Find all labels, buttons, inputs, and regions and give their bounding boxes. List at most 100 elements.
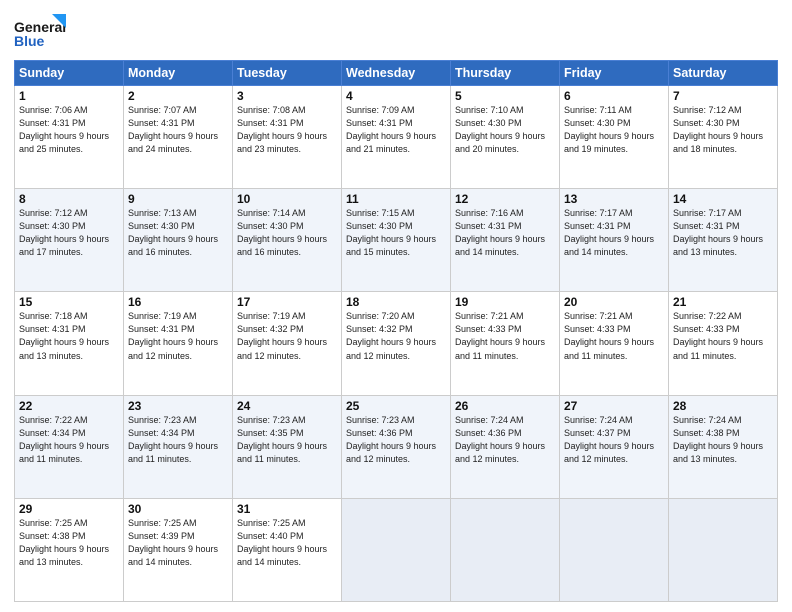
day-number: 27 <box>564 399 664 413</box>
day-number: 9 <box>128 192 228 206</box>
day-info: Sunrise: 7:20 AMSunset: 4:32 PMDaylight … <box>346 310 446 362</box>
day-info: Sunrise: 7:19 AMSunset: 4:32 PMDaylight … <box>237 310 337 362</box>
day-number: 11 <box>346 192 446 206</box>
day-number: 7 <box>673 89 773 103</box>
calendar-cell: 26 Sunrise: 7:24 AMSunset: 4:36 PMDaylig… <box>451 395 560 498</box>
calendar-cell: 12 Sunrise: 7:16 AMSunset: 4:31 PMDaylig… <box>451 189 560 292</box>
calendar-cell: 25 Sunrise: 7:23 AMSunset: 4:36 PMDaylig… <box>342 395 451 498</box>
week-row-1: 1 Sunrise: 7:06 AMSunset: 4:31 PMDayligh… <box>15 86 778 189</box>
calendar-cell: 16 Sunrise: 7:19 AMSunset: 4:31 PMDaylig… <box>124 292 233 395</box>
day-number: 25 <box>346 399 446 413</box>
calendar-cell: 13 Sunrise: 7:17 AMSunset: 4:31 PMDaylig… <box>560 189 669 292</box>
calendar-cell: 19 Sunrise: 7:21 AMSunset: 4:33 PMDaylig… <box>451 292 560 395</box>
calendar-cell: 1 Sunrise: 7:06 AMSunset: 4:31 PMDayligh… <box>15 86 124 189</box>
calendar-page: General Blue SundayMondayTuesdayWednesda… <box>0 0 792 612</box>
calendar-cell: 31 Sunrise: 7:25 AMSunset: 4:40 PMDaylig… <box>233 498 342 601</box>
day-number: 2 <box>128 89 228 103</box>
calendar-cell: 23 Sunrise: 7:23 AMSunset: 4:34 PMDaylig… <box>124 395 233 498</box>
day-info: Sunrise: 7:23 AMSunset: 4:34 PMDaylight … <box>128 414 228 466</box>
calendar-cell: 8 Sunrise: 7:12 AMSunset: 4:30 PMDayligh… <box>15 189 124 292</box>
day-info: Sunrise: 7:23 AMSunset: 4:36 PMDaylight … <box>346 414 446 466</box>
logo-icon: General Blue <box>14 10 66 52</box>
calendar-cell: 14 Sunrise: 7:17 AMSunset: 4:31 PMDaylig… <box>669 189 778 292</box>
logo: General Blue <box>14 10 66 52</box>
week-row-4: 22 Sunrise: 7:22 AMSunset: 4:34 PMDaylig… <box>15 395 778 498</box>
day-info: Sunrise: 7:11 AMSunset: 4:30 PMDaylight … <box>564 104 664 156</box>
day-info: Sunrise: 7:19 AMSunset: 4:31 PMDaylight … <box>128 310 228 362</box>
svg-text:Blue: Blue <box>14 33 45 49</box>
day-info: Sunrise: 7:16 AMSunset: 4:31 PMDaylight … <box>455 207 555 259</box>
calendar-cell: 30 Sunrise: 7:25 AMSunset: 4:39 PMDaylig… <box>124 498 233 601</box>
calendar-cell <box>560 498 669 601</box>
day-number: 17 <box>237 295 337 309</box>
day-number: 14 <box>673 192 773 206</box>
day-info: Sunrise: 7:15 AMSunset: 4:30 PMDaylight … <box>346 207 446 259</box>
day-info: Sunrise: 7:22 AMSunset: 4:33 PMDaylight … <box>673 310 773 362</box>
weekday-header-row: SundayMondayTuesdayWednesdayThursdayFrid… <box>15 61 778 86</box>
day-info: Sunrise: 7:12 AMSunset: 4:30 PMDaylight … <box>19 207 119 259</box>
calendar-cell: 4 Sunrise: 7:09 AMSunset: 4:31 PMDayligh… <box>342 86 451 189</box>
week-row-2: 8 Sunrise: 7:12 AMSunset: 4:30 PMDayligh… <box>15 189 778 292</box>
calendar-cell: 17 Sunrise: 7:19 AMSunset: 4:32 PMDaylig… <box>233 292 342 395</box>
day-info: Sunrise: 7:07 AMSunset: 4:31 PMDaylight … <box>128 104 228 156</box>
weekday-header-saturday: Saturday <box>669 61 778 86</box>
calendar-cell: 28 Sunrise: 7:24 AMSunset: 4:38 PMDaylig… <box>669 395 778 498</box>
day-number: 28 <box>673 399 773 413</box>
day-number: 26 <box>455 399 555 413</box>
day-info: Sunrise: 7:24 AMSunset: 4:36 PMDaylight … <box>455 414 555 466</box>
calendar-cell: 27 Sunrise: 7:24 AMSunset: 4:37 PMDaylig… <box>560 395 669 498</box>
day-info: Sunrise: 7:24 AMSunset: 4:38 PMDaylight … <box>673 414 773 466</box>
weekday-header-sunday: Sunday <box>15 61 124 86</box>
calendar-cell: 5 Sunrise: 7:10 AMSunset: 4:30 PMDayligh… <box>451 86 560 189</box>
day-info: Sunrise: 7:21 AMSunset: 4:33 PMDaylight … <box>455 310 555 362</box>
day-number: 12 <box>455 192 555 206</box>
weekday-header-tuesday: Tuesday <box>233 61 342 86</box>
day-number: 5 <box>455 89 555 103</box>
calendar-cell: 10 Sunrise: 7:14 AMSunset: 4:30 PMDaylig… <box>233 189 342 292</box>
day-number: 21 <box>673 295 773 309</box>
day-number: 19 <box>455 295 555 309</box>
day-info: Sunrise: 7:21 AMSunset: 4:33 PMDaylight … <box>564 310 664 362</box>
calendar-cell: 18 Sunrise: 7:20 AMSunset: 4:32 PMDaylig… <box>342 292 451 395</box>
weekday-header-wednesday: Wednesday <box>342 61 451 86</box>
day-number: 31 <box>237 502 337 516</box>
day-number: 4 <box>346 89 446 103</box>
week-row-5: 29 Sunrise: 7:25 AMSunset: 4:38 PMDaylig… <box>15 498 778 601</box>
day-number: 22 <box>19 399 119 413</box>
calendar-cell: 22 Sunrise: 7:22 AMSunset: 4:34 PMDaylig… <box>15 395 124 498</box>
day-number: 1 <box>19 89 119 103</box>
day-number: 30 <box>128 502 228 516</box>
day-number: 23 <box>128 399 228 413</box>
calendar-body: 1 Sunrise: 7:06 AMSunset: 4:31 PMDayligh… <box>15 86 778 602</box>
day-info: Sunrise: 7:09 AMSunset: 4:31 PMDaylight … <box>346 104 446 156</box>
day-info: Sunrise: 7:12 AMSunset: 4:30 PMDaylight … <box>673 104 773 156</box>
day-info: Sunrise: 7:06 AMSunset: 4:31 PMDaylight … <box>19 104 119 156</box>
calendar-cell: 11 Sunrise: 7:15 AMSunset: 4:30 PMDaylig… <box>342 189 451 292</box>
day-info: Sunrise: 7:18 AMSunset: 4:31 PMDaylight … <box>19 310 119 362</box>
day-info: Sunrise: 7:14 AMSunset: 4:30 PMDaylight … <box>237 207 337 259</box>
calendar-cell <box>669 498 778 601</box>
weekday-header-monday: Monday <box>124 61 233 86</box>
day-number: 8 <box>19 192 119 206</box>
day-info: Sunrise: 7:25 AMSunset: 4:38 PMDaylight … <box>19 517 119 569</box>
day-info: Sunrise: 7:24 AMSunset: 4:37 PMDaylight … <box>564 414 664 466</box>
day-info: Sunrise: 7:08 AMSunset: 4:31 PMDaylight … <box>237 104 337 156</box>
day-number: 15 <box>19 295 119 309</box>
day-info: Sunrise: 7:10 AMSunset: 4:30 PMDaylight … <box>455 104 555 156</box>
day-number: 20 <box>564 295 664 309</box>
calendar-cell: 9 Sunrise: 7:13 AMSunset: 4:30 PMDayligh… <box>124 189 233 292</box>
day-info: Sunrise: 7:25 AMSunset: 4:39 PMDaylight … <box>128 517 228 569</box>
day-info: Sunrise: 7:13 AMSunset: 4:30 PMDaylight … <box>128 207 228 259</box>
day-number: 29 <box>19 502 119 516</box>
day-number: 18 <box>346 295 446 309</box>
day-number: 13 <box>564 192 664 206</box>
day-info: Sunrise: 7:23 AMSunset: 4:35 PMDaylight … <box>237 414 337 466</box>
weekday-header-thursday: Thursday <box>451 61 560 86</box>
calendar-cell: 24 Sunrise: 7:23 AMSunset: 4:35 PMDaylig… <box>233 395 342 498</box>
day-info: Sunrise: 7:17 AMSunset: 4:31 PMDaylight … <box>673 207 773 259</box>
weekday-header-friday: Friday <box>560 61 669 86</box>
day-number: 16 <box>128 295 228 309</box>
calendar-cell: 2 Sunrise: 7:07 AMSunset: 4:31 PMDayligh… <box>124 86 233 189</box>
calendar-cell: 29 Sunrise: 7:25 AMSunset: 4:38 PMDaylig… <box>15 498 124 601</box>
calendar-cell: 15 Sunrise: 7:18 AMSunset: 4:31 PMDaylig… <box>15 292 124 395</box>
